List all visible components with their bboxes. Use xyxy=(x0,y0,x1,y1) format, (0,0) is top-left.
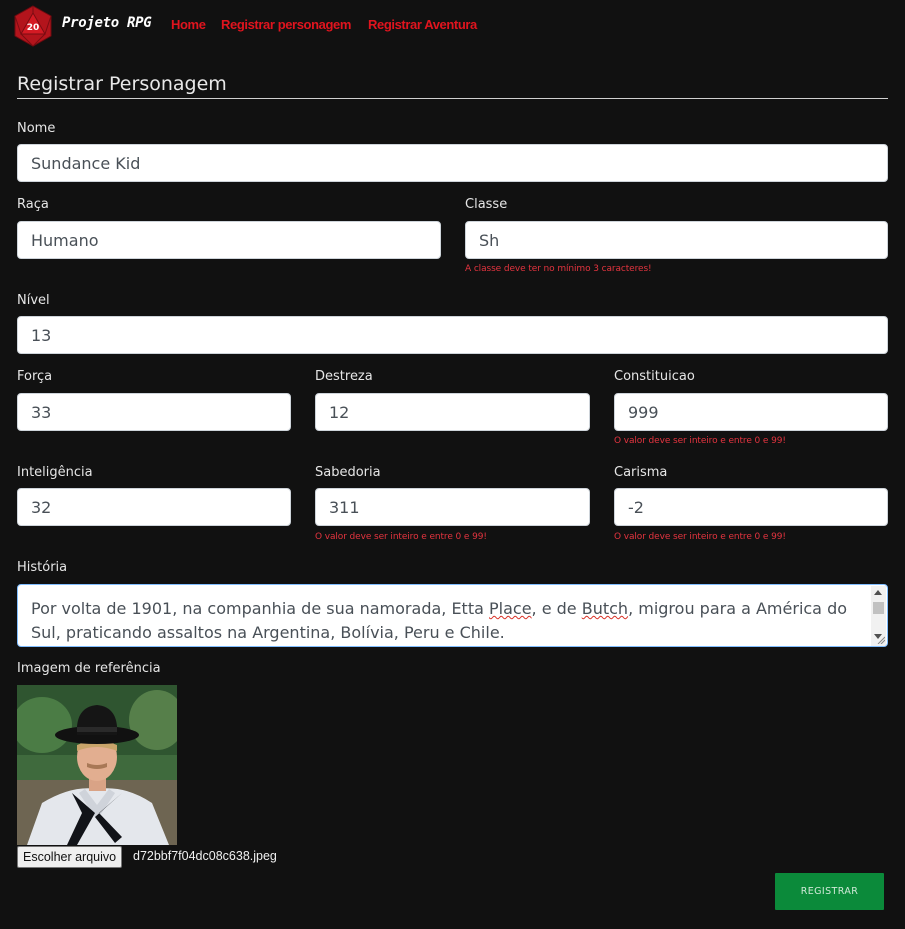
destreza-input[interactable] xyxy=(315,393,590,431)
spellcheck-word-butch: Butch xyxy=(581,599,629,618)
constituicao-error: O valor deve ser inteiro e entre 0 e 99! xyxy=(614,436,786,446)
nivel-input[interactable] xyxy=(17,316,888,354)
raca-input[interactable] xyxy=(17,221,441,259)
sabedoria-input[interactable] xyxy=(315,488,590,526)
carisma-error: O valor deve ser inteiro e entre 0 e 99! xyxy=(614,532,786,542)
title-divider xyxy=(17,98,888,99)
scroll-up-arrow-icon[interactable] xyxy=(874,590,882,595)
raca-label: Raça xyxy=(17,197,49,212)
scroll-thumb[interactable] xyxy=(873,602,884,614)
historia-text-2: , e de xyxy=(531,599,582,618)
d20-logo-icon[interactable]: 20 xyxy=(12,5,54,47)
nav-link-registrar-aventura[interactable]: Registrar Aventura xyxy=(368,17,477,32)
choose-file-button[interactable]: Escolher arquivo xyxy=(17,846,123,868)
page-title: Registrar Personagem xyxy=(17,73,227,95)
file-name: d72bbf7f04dc08c638.jpeg xyxy=(133,849,277,863)
inteligencia-input[interactable] xyxy=(17,488,291,526)
sabedoria-label: Sabedoria xyxy=(315,465,381,480)
constituicao-label: Constituicao xyxy=(614,369,695,384)
classe-label: Classe xyxy=(465,197,508,212)
constituicao-input[interactable] xyxy=(614,393,888,431)
registrar-button[interactable]: REGISTRAR xyxy=(775,873,884,910)
destreza-label: Destreza xyxy=(315,369,373,384)
logo-number: 20 xyxy=(27,23,40,33)
nav-link-registrar-personagem[interactable]: Registrar personagem xyxy=(221,17,351,32)
carisma-label: Carisma xyxy=(614,465,668,480)
reference-image xyxy=(17,685,177,845)
carisma-input[interactable] xyxy=(614,488,888,526)
forca-input[interactable] xyxy=(17,393,291,431)
resize-grip-icon[interactable] xyxy=(877,636,885,644)
forca-label: Força xyxy=(17,369,53,384)
classe-error: A classe deve ter no mínimo 3 caracteres… xyxy=(465,264,652,274)
navbar: 20 Projeto RPG Home Registrar personagem… xyxy=(0,0,905,52)
sabedoria-error: O valor deve ser inteiro e entre 0 e 99! xyxy=(315,532,487,542)
nivel-label: Nível xyxy=(17,293,50,308)
nome-input[interactable] xyxy=(17,144,888,182)
classe-input[interactable] xyxy=(465,221,888,259)
brand-name[interactable]: Projeto RPG xyxy=(62,15,152,31)
historia-textarea[interactable]: Por volta de 1901, na companhia de sua n… xyxy=(17,584,888,647)
historia-label: História xyxy=(17,560,68,575)
imagem-label: Imagem de referência xyxy=(17,661,161,676)
nav-link-home[interactable]: Home xyxy=(171,17,206,32)
nome-label: Nome xyxy=(17,121,56,136)
inteligencia-label: Inteligência xyxy=(17,465,93,480)
historia-text-1: Por volta de 1901, na companhia de sua n… xyxy=(31,599,489,618)
spellcheck-word-place: Place xyxy=(489,599,532,618)
